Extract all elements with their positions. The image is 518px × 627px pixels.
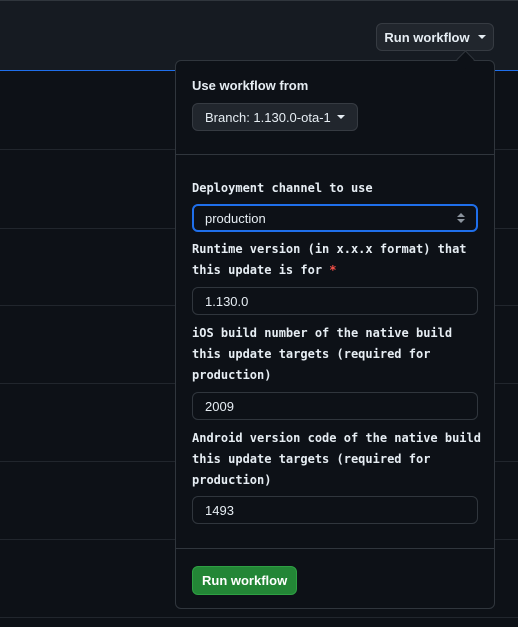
run-workflow-panel: Use workflow from Branch: 1.130.0-ota-1 … [175,60,495,609]
ios-build-number-label: iOS build number of the native build thi… [192,326,453,382]
branch-select-button[interactable]: Branch: 1.130.0-ota-1 [192,103,358,131]
branch-label: Branch: 1.130.0-ota-1 [205,109,331,125]
submit-label: Run workflow [202,573,288,588]
run-workflow-dropdown-button[interactable]: Run workflow [376,23,494,51]
deployment-channel-select[interactable]: production [192,204,478,232]
run-workflow-label: Run workflow [384,29,470,45]
caret-down-icon [336,115,345,119]
deployment-channel-label: Deployment channel to use [192,181,373,195]
deployment-channel-value: production [205,210,266,226]
android-version-code-label: Android version code of the native build… [192,431,481,487]
panel-pointer-cover [452,61,478,67]
runtime-version-label: Runtime version (in x.x.x format) that t… [192,242,467,277]
run-workflow-submit-button[interactable]: Run workflow [192,566,298,595]
android-version-code-value: 1493 [205,502,234,518]
caret-down-icon [477,35,486,39]
use-workflow-from-label: Use workflow from [192,78,309,93]
workflow-source-section: Use workflow from Branch: 1.130.0-ota-1 [176,61,494,155]
ios-build-number-input[interactable]: 2009 [192,392,478,420]
ios-build-number-value: 2009 [205,398,234,414]
select-arrows-icon [457,213,465,223]
run-list-divider [0,617,518,618]
runtime-version-value: 1.130.0 [205,293,249,309]
panel-footer-divider [176,548,494,549]
required-asterisk-icon: * [329,263,337,277]
runtime-version-input[interactable]: 1.130.0 [192,287,478,315]
android-version-code-input[interactable]: 1493 [192,496,478,524]
